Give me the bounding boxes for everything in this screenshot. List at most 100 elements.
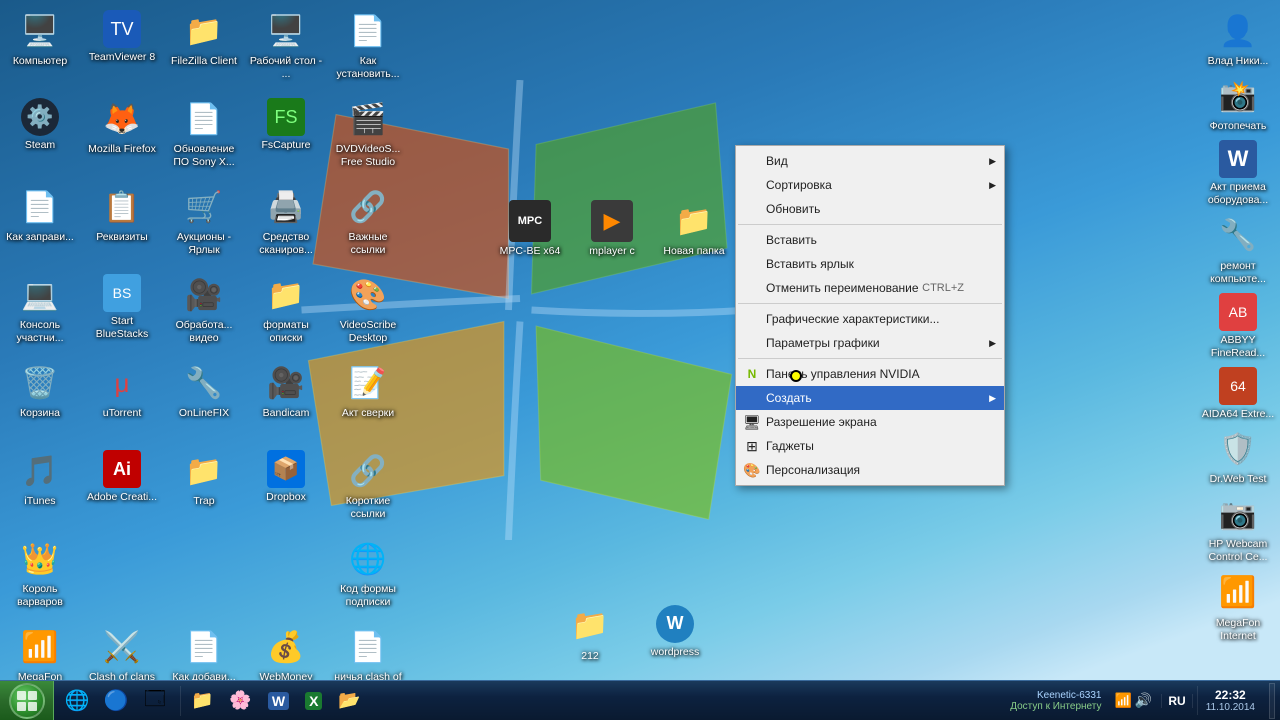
- desktop-icon-utorrent[interactable]: μ uTorrent: [82, 357, 162, 445]
- desktop-icon-videoscribe[interactable]: 🎨 VideoScribe Desktop: [328, 269, 408, 357]
- taskbar-program-folder2[interactable]: 📂: [330, 683, 368, 719]
- tray-volume-icon[interactable]: 🔊: [1135, 692, 1152, 709]
- desktop-icon-teamviewer[interactable]: TV TeamViewer 8: [82, 5, 162, 93]
- taskbar-program-explorer[interactable]: 📁: [183, 683, 221, 719]
- taskbar-program-flowers[interactable]: 🌸: [221, 683, 259, 719]
- desktop-icon-aida64-right[interactable]: 64 AIDA64 Extre...: [1198, 362, 1278, 423]
- desktop-icon-212[interactable]: 📁 212: [550, 600, 630, 665]
- desktop-icon-dropbox[interactable]: 📦 Dropbox: [246, 445, 326, 533]
- network-status-area: Keenetic-6331 Доступ к Интернету: [1010, 690, 1101, 712]
- right-icons-area: 👤 Влад Ники... 📸 Фотопечать W Акт приема…: [1198, 0, 1280, 645]
- gadgets-icon: ⊞: [742, 436, 762, 456]
- desktop-icon-obrabotka[interactable]: 🎥 Обработа... видео: [164, 269, 244, 357]
- desktop: 🖥️ Компьютер TV TeamViewer 8 📁 FileZilla…: [0, 0, 1280, 720]
- desktop-icon-sony[interactable]: 📄 Обновление ПО Sony X...: [164, 93, 244, 181]
- desktop-icon-steam[interactable]: ⚙️ Steam: [0, 93, 80, 181]
- desktop-icon-trap[interactable]: 📁 Trap: [164, 445, 244, 533]
- desktop-icon-wordpress[interactable]: W wordpress: [635, 600, 715, 665]
- desktop-icon-rabochiy[interactable]: 🖥️ Рабочий стол - ...: [246, 5, 326, 93]
- desktop-icon-korzina[interactable]: 🗑️ Корзина: [0, 357, 80, 445]
- desktop-icon-abbyy-right[interactable]: AB ABBYY FineRead...: [1198, 288, 1278, 362]
- desktop-icon-korotkie[interactable]: 🔗 Короткие ссылки: [328, 445, 408, 533]
- desktop-icon-adobe[interactable]: Ai Adobe Creati...: [82, 445, 162, 533]
- desktop-icon-vlad[interactable]: 👤 Влад Ники...: [1198, 5, 1278, 70]
- quick-launch-ie[interactable]: 🌐: [58, 683, 96, 719]
- desktop-icon-konsol[interactable]: 💻 Консоль участни...: [0, 269, 80, 357]
- desktop-icons-area: 🖥️ Компьютер TV TeamViewer 8 📁 FileZilla…: [0, 0, 450, 680]
- taskbar-program-excel[interactable]: X: [297, 683, 330, 719]
- menu-item-obnovit[interactable]: Обновить: [736, 197, 1004, 221]
- desktop-icon-hp-webcam-right[interactable]: 📷 HP Webcam Control Ce...: [1198, 488, 1278, 566]
- menu-item-sortirovka[interactable]: Сортировка: [736, 173, 1004, 197]
- network-status-text: Доступ к Интернету: [1010, 701, 1101, 712]
- desktop-icon-kak-ustanovit[interactable]: 📄 Как установить...: [328, 5, 408, 93]
- menu-item-razreshenie[interactable]: 🖥 Разрешение экрана: [736, 410, 1004, 434]
- menu-item-gadzhety[interactable]: ⊞ Гаджеты: [736, 434, 1004, 458]
- desktop-icon-vebmaster[interactable]: 🌐 Код формы подписки: [328, 533, 408, 621]
- network-name: Keenetic-6331: [1037, 690, 1102, 701]
- taskbar-explorer-icon: 📁: [191, 690, 213, 711]
- bottom-middle-icons: 📁 212 W wordpress: [550, 600, 715, 665]
- tray-network-icon[interactable]: 📶: [1114, 692, 1131, 709]
- desktop-icon-akt-sverki[interactable]: 📝 Акт сверки: [328, 357, 408, 445]
- desktop-icon-kak-zapravit[interactable]: 📄 Как заправи...: [0, 181, 80, 269]
- desktop-icon-dvdvideo[interactable]: 🎬 DVDVideoS... Free Studio: [328, 93, 408, 181]
- taskbar-word-icon: W: [268, 692, 289, 710]
- desktop-icon-itunes[interactable]: 🎵 iTunes: [0, 445, 80, 533]
- menu-item-personalizatsiya[interactable]: 🎨 Персонализация: [736, 458, 1004, 482]
- desktop-icon-megafon-right[interactable]: 📶 MegaFon Internet: [1198, 567, 1278, 645]
- context-menu: Вид Сортировка Обновить Вставить Вставит…: [735, 145, 1005, 486]
- desktop-icon-sredstvo[interactable]: 🖨️ Средство сканиров...: [246, 181, 326, 269]
- desktop-icon-word-right[interactable]: W Акт приема оборудова...: [1198, 135, 1278, 209]
- clock-time: 22:32: [1215, 688, 1246, 702]
- taskbar-divider-1: [180, 686, 181, 716]
- personalize-icon: 🎨: [742, 460, 762, 480]
- taskbar: 🌐 🔵 🗔 📁 🌸 W X 📂: [0, 680, 1280, 720]
- menu-item-sozdat[interactable]: Создать: [736, 386, 1004, 410]
- taskbar-right: Keenetic-6331 Доступ к Интернету 📶 🔊 RU …: [1005, 681, 1280, 720]
- menu-separator-3: [738, 358, 1002, 359]
- language-indicator[interactable]: RU: [1161, 694, 1192, 708]
- desktop-icon-fotoprint[interactable]: 📸 Фотопечать: [1198, 70, 1278, 135]
- quick-launch-show-desktop[interactable]: 🗔: [136, 683, 174, 719]
- menu-item-otmenit[interactable]: Отменить переименование CTRL+Z: [736, 276, 1004, 300]
- desktop-icon-remont-right[interactable]: 🔧 ремонт компьюте...: [1198, 210, 1278, 288]
- taskbar-folder2-icon: 📂: [338, 690, 360, 711]
- windows-orb-icon: [16, 690, 38, 712]
- menu-item-grafika[interactable]: Графические характеристики...: [736, 307, 1004, 331]
- start-orb: [9, 683, 45, 719]
- menu-item-vstavit[interactable]: Вставить: [736, 228, 1004, 252]
- menu-item-vstavit-yarlyk[interactable]: Вставить ярлык: [736, 252, 1004, 276]
- clock[interactable]: 22:32 11.10.2014: [1197, 686, 1263, 715]
- desktop-icon-auktsiony[interactable]: 🛒 Аукционы - Ярлык: [164, 181, 244, 269]
- screen-res-icon: 🖥: [742, 412, 762, 432]
- desktop-icon-filezilla[interactable]: 📁 FileZilla Client: [164, 5, 244, 93]
- taskbar-excel-icon: X: [305, 692, 322, 710]
- clock-date: 11.10.2014: [1206, 702, 1255, 713]
- desktop-icon-mplayer[interactable]: ▶ mplayer с: [572, 195, 652, 260]
- menu-item-parametry[interactable]: Параметры графики: [736, 331, 1004, 355]
- desktop-icon-onlinefix[interactable]: 🔧 OnLineFIX: [164, 357, 244, 445]
- desktop-icon-vazhnye[interactable]: 🔗 Важные ссылки: [328, 181, 408, 269]
- quick-launch-chrome[interactable]: 🔵: [97, 683, 135, 719]
- menu-item-vid[interactable]: Вид: [736, 149, 1004, 173]
- desktop-icon-fscapture[interactable]: FS FsCapture: [246, 93, 326, 181]
- desktop-icon-firefox[interactable]: 🦊 Mozilla Firefox: [82, 93, 162, 181]
- desktop-icon-bluestacks[interactable]: BS Start BlueStacks: [82, 269, 162, 357]
- desktop-icon-rekvizity[interactable]: 📋 Реквизиты: [82, 181, 162, 269]
- menu-item-nvidia[interactable]: N Панель управления NVIDIA: [736, 362, 1004, 386]
- desktop-icon-korol[interactable]: 👑 Король варваров: [0, 533, 80, 621]
- quick-launch-area: 🌐 🔵 🗔: [54, 681, 178, 720]
- desktop-icon-bandicam[interactable]: 🎥 Bandicam: [246, 357, 326, 445]
- start-button[interactable]: [0, 681, 54, 720]
- desktop-icon-novaya-papka[interactable]: 📁 Новая папка: [654, 195, 734, 260]
- system-tray: 📶 🔊: [1109, 681, 1157, 720]
- show-desktop-button[interactable]: [1269, 683, 1275, 719]
- middle-icons-row: MPC MPC-BE x64 ▶ mplayer с 📁 Новая папка: [490, 195, 734, 260]
- desktop-icon-mpc-be[interactable]: MPC MPC-BE x64: [490, 195, 570, 260]
- taskbar-program-word[interactable]: W: [260, 683, 297, 719]
- desktop-icon-drweb-test-right[interactable]: 🛡️ Dr.Web Test: [1198, 423, 1278, 488]
- desktop-icon-kompyuter[interactable]: 🖥️ Компьютер: [0, 5, 80, 93]
- desktop-icon-formats[interactable]: 📁 форматы описки: [246, 269, 326, 357]
- nvidia-icon: N: [742, 364, 762, 384]
